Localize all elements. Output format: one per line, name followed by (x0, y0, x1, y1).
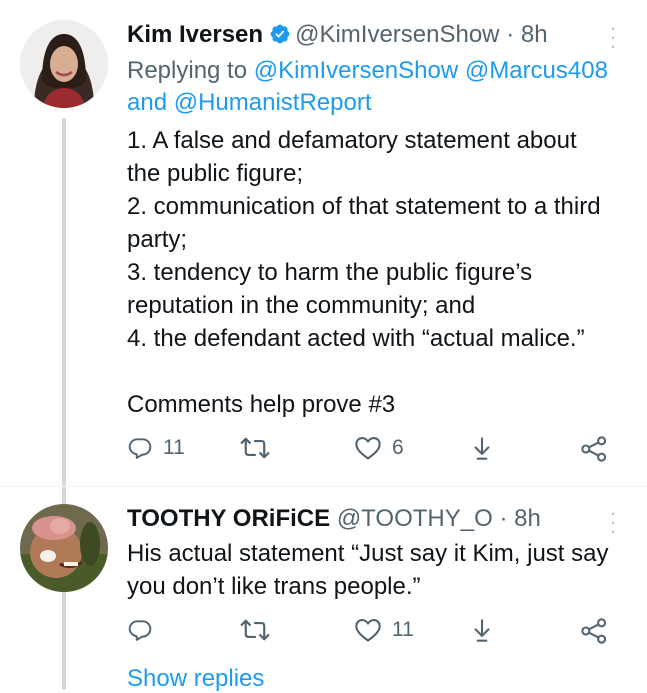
bookmark-icon (474, 619, 490, 642)
tweet-line (127, 355, 627, 388)
mention-link[interactable]: @Marcus408 (465, 57, 608, 84)
tweet-toothy-orifice[interactable]: TOOTHY ORiFiCE @TOOTHY_O · 8h · · · His ac… (0, 487, 647, 692)
user-handle[interactable]: @TOOTHY_O (337, 505, 493, 532)
tweet-line: 2. communication of that statement to a … (127, 193, 601, 220)
show-replies-link[interactable]: Show replies (127, 665, 264, 693)
like-button[interactable]: 6 (354, 435, 404, 461)
share-button[interactable] (580, 435, 608, 463)
reply-icon (128, 620, 152, 641)
reply-button[interactable]: 11 (127, 435, 185, 461)
action-bar: 11 (0, 615, 647, 655)
like-count: 11 (392, 618, 414, 641)
reply-icon (128, 438, 152, 459)
replying-to-label: Replying to (127, 57, 248, 84)
tweet-header: TOOTHY ORiFiCE @TOOTHY_O · 8h (127, 504, 541, 534)
bookmark-button[interactable] (469, 435, 495, 463)
separator-dot: · (506, 21, 515, 48)
retweet-button[interactable] (240, 617, 280, 643)
tweet-text: 1. A false and defamatory statement abou… (127, 124, 627, 421)
share-icon (581, 618, 607, 644)
avatar[interactable] (20, 20, 108, 108)
display-name[interactable]: Kim Iversen (127, 21, 263, 48)
tweet-line: you don’t like trans people.” (127, 573, 421, 600)
mention-and[interactable]: and (127, 89, 167, 116)
like-icon (355, 619, 381, 642)
tweet-kim-iversen[interactable]: Kim Iversen @KimIversenShow · 8h · · · Repl… (0, 0, 647, 678)
mention-link[interactable]: @KimIversenShow (254, 57, 458, 84)
replying-to: Replying to @KimIversenShow @Marcus408 a… (127, 55, 627, 119)
display-name[interactable]: TOOTHY ORiFiCE (127, 505, 330, 532)
like-button[interactable]: 11 (354, 617, 414, 643)
more-icon[interactable]: · · · (609, 17, 617, 57)
more-icon[interactable]: · · · (609, 502, 617, 542)
tweet-line: party; (127, 226, 188, 253)
verified-badge-icon (269, 23, 291, 53)
tweet-line: His actual statement “Just say it Kim, j… (127, 540, 609, 567)
bookmark-button[interactable] (469, 617, 495, 645)
tweet-header: Kim Iversen @KimIversenShow · 8h (127, 20, 548, 53)
tweet-text: His actual statement “Just say it Kim, j… (127, 537, 637, 603)
avatar[interactable] (20, 504, 108, 592)
retweet-icon (240, 437, 270, 459)
reply-button[interactable] (127, 617, 163, 643)
retweet-icon (240, 619, 270, 641)
tweet-line: 1. A false and defamatory statement abou… (127, 127, 577, 154)
retweet-button[interactable] (240, 435, 280, 461)
tweet-line: 3. tendency to harm the public figure’s (127, 259, 533, 286)
tweet-line: Comments help prove #3 (127, 391, 396, 418)
timestamp[interactable]: 8h (521, 21, 548, 48)
action-bar: 11 6 (0, 433, 647, 473)
bookmark-icon (474, 437, 490, 460)
user-handle[interactable]: @KimIversenShow (295, 21, 499, 48)
timestamp[interactable]: 8h (514, 505, 541, 532)
mention-link[interactable]: @HumanistReport (174, 89, 372, 116)
tweet-line: the public figure; (127, 160, 304, 187)
avatar-photo-kim (20, 20, 108, 108)
like-count: 6 (392, 436, 404, 459)
tweet-line: 4. the defendant acted with “actual mali… (127, 325, 585, 352)
share-icon (581, 436, 607, 462)
share-button[interactable] (580, 617, 608, 645)
like-icon (355, 437, 381, 460)
separator-dot: · (499, 505, 508, 532)
avatar-photo-toothy (20, 504, 108, 592)
reply-count: 11 (163, 436, 185, 459)
tweet-line: reputation in the community; and (127, 292, 476, 319)
